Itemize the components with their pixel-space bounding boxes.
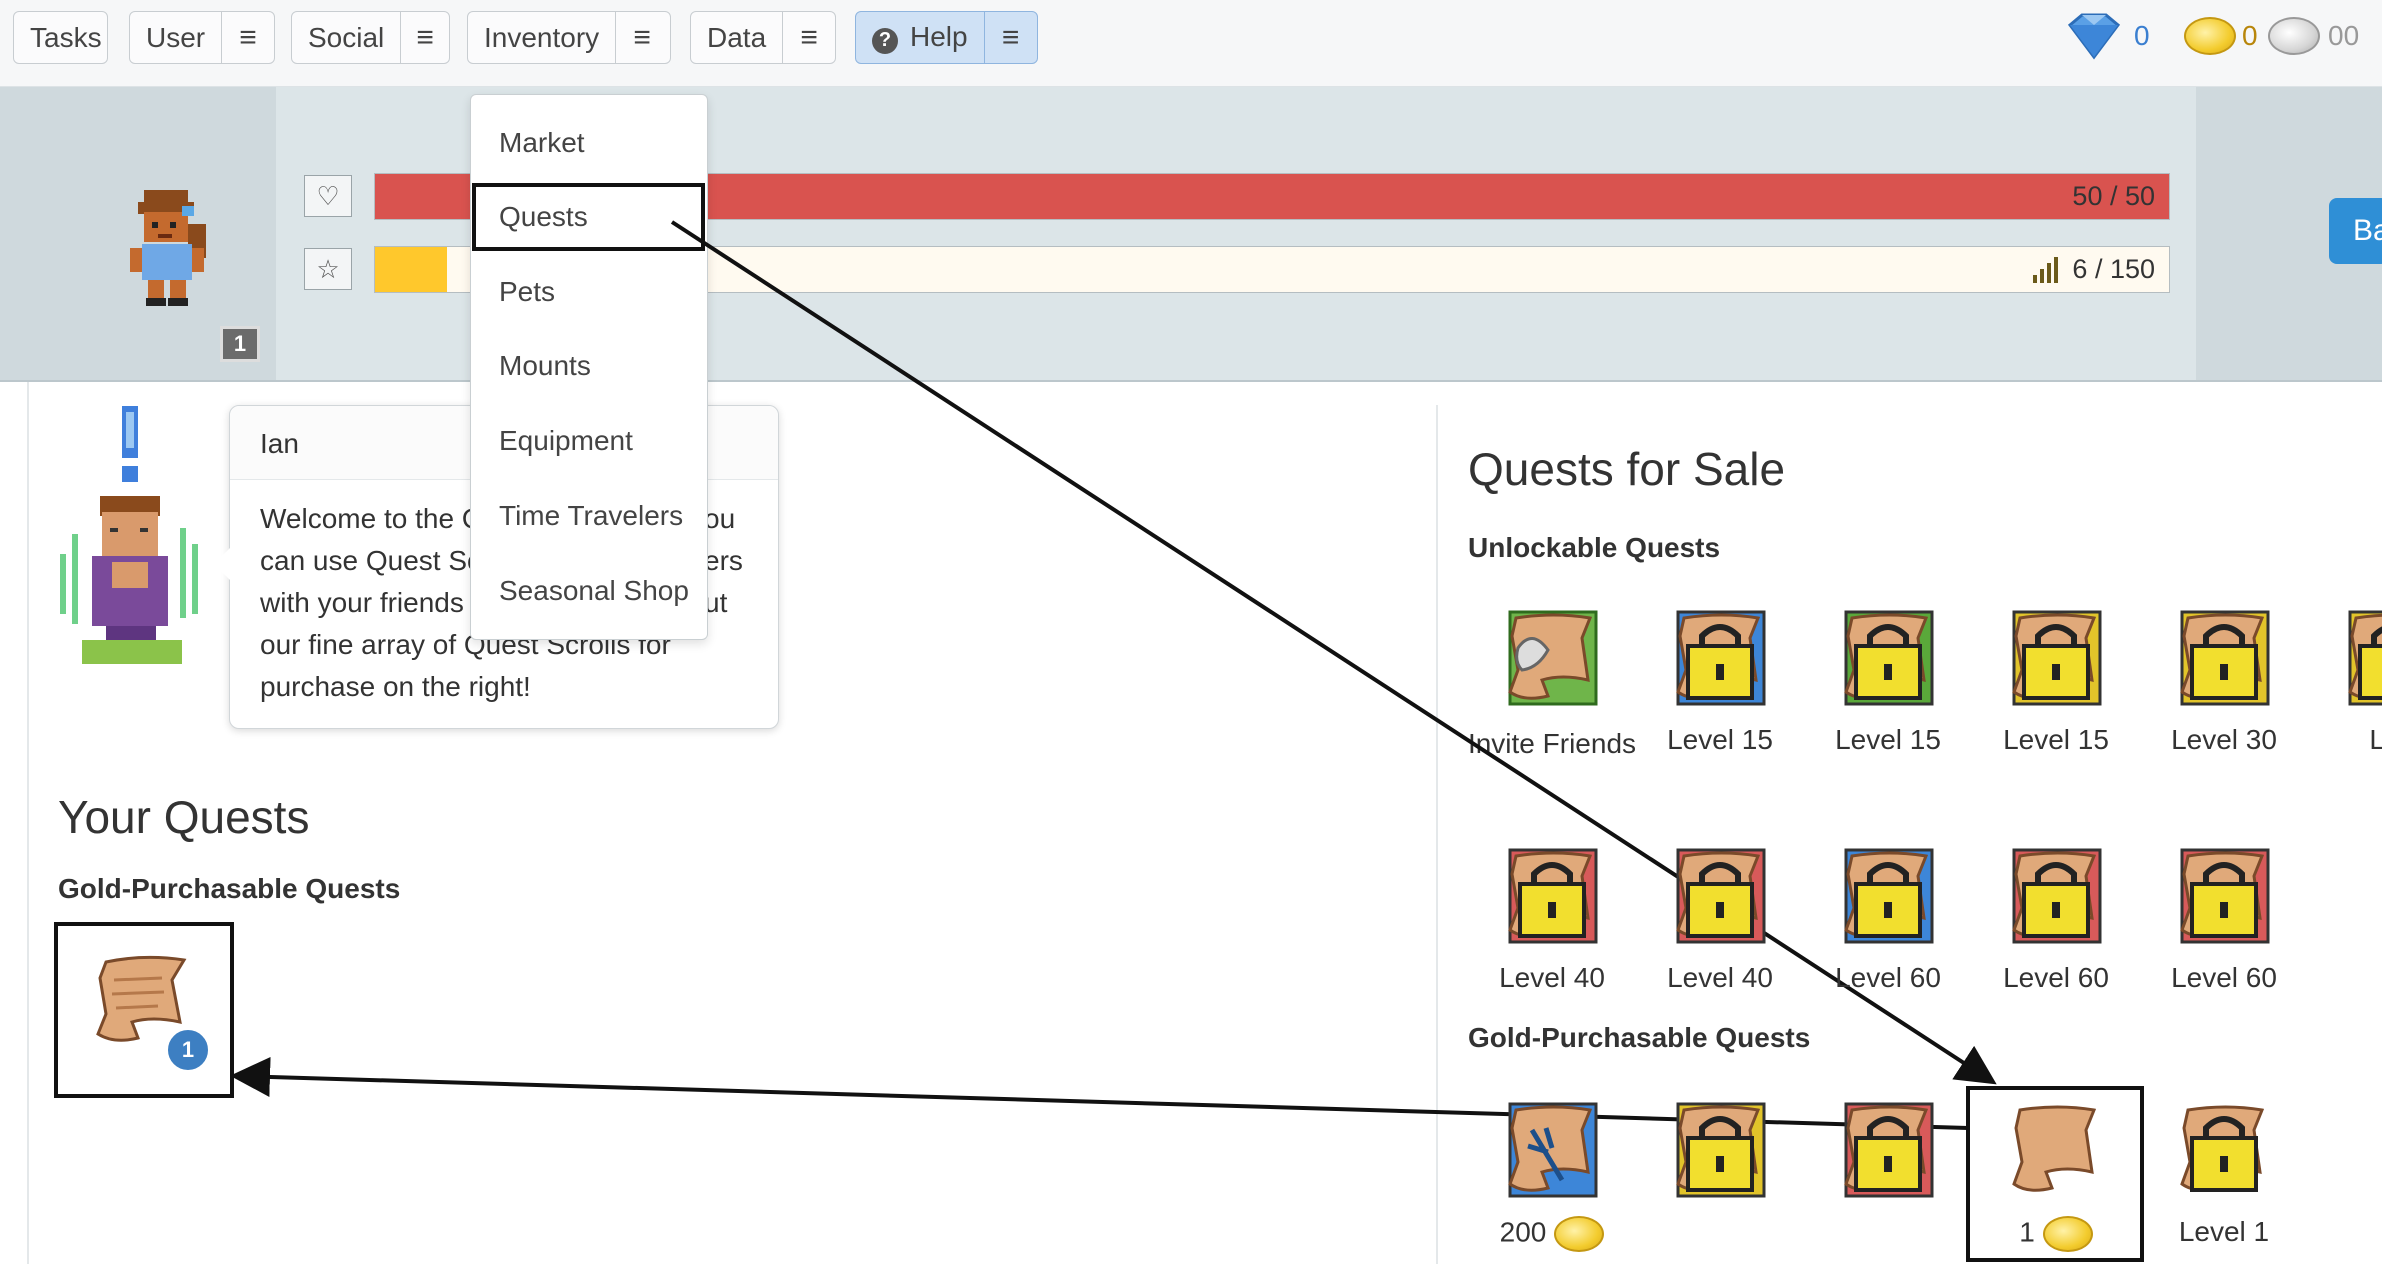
quest-row1-label-1: Level 15 bbox=[1667, 724, 1773, 755]
quest-locked-row1-3[interactable] bbox=[2006, 608, 2106, 708]
lock-icon bbox=[2180, 1105, 2265, 1192]
quest-row2-label-1: Level 40 bbox=[1499, 962, 1605, 993]
quest-locked-row2-5[interactable] bbox=[2174, 846, 2274, 946]
quest-locked-row2-1[interactable] bbox=[1502, 846, 1602, 946]
lock-icon bbox=[1844, 610, 1934, 706]
lock-icon bbox=[2012, 848, 2102, 944]
lock-icon bbox=[2012, 610, 2102, 706]
gold-quest-1[interactable] bbox=[1502, 1100, 1602, 1200]
quest-locked-row2-3[interactable] bbox=[1838, 846, 1938, 946]
quest-locked-row2-4[interactable] bbox=[2006, 846, 2106, 946]
quest-row1-label-2: Level 15 bbox=[1835, 724, 1941, 755]
quest-row2-label-2: Level 40 bbox=[1667, 962, 1773, 993]
quest-row1-label-4: Level 30 bbox=[2171, 724, 2277, 755]
gold-quest-price-4: 1 bbox=[1976, 1216, 2136, 1252]
lock-icon bbox=[1676, 848, 1766, 944]
quest-row1-label-5: Lev bbox=[2369, 724, 2382, 755]
quest-scroll-icon bbox=[1508, 1102, 1598, 1198]
gold-quest-price-text-5: Level 1 bbox=[2178, 1216, 2270, 1247]
quest-locked-row1-2[interactable] bbox=[1838, 608, 1938, 708]
lock-icon bbox=[1844, 848, 1934, 944]
lock-icon bbox=[1508, 848, 1598, 944]
quest-locked-row1-5[interactable] bbox=[2342, 608, 2382, 708]
quest-scroll-icon bbox=[2012, 1105, 2097, 1192]
quest-locked-row1-4[interactable] bbox=[2174, 608, 2274, 708]
quest-row1-label-3: Level 15 bbox=[2003, 724, 2109, 755]
lock-icon bbox=[2180, 848, 2270, 944]
quest-row2-label-3: Level 60 bbox=[1835, 962, 1941, 993]
gold-quest-price-text-1: 200 bbox=[1499, 1216, 1547, 1248]
gold-quest-5[interactable] bbox=[2174, 1100, 2274, 1200]
gold-quest-price-text-4: 1 bbox=[2019, 1216, 2035, 1248]
lock-icon bbox=[2348, 610, 2382, 706]
arrow-menu-to-shop bbox=[670, 220, 1997, 1085]
quest-row2-label-5: Level 60 bbox=[2171, 962, 2277, 993]
gold-quest-3[interactable] bbox=[1838, 1100, 1938, 1200]
gold-coin-icon bbox=[1554, 1216, 1605, 1252]
gold-quest-price-1: 200 bbox=[1472, 1216, 1632, 1252]
lock-icon bbox=[1844, 1102, 1934, 1198]
lock-icon bbox=[1676, 1102, 1766, 1198]
gold-quest-4[interactable] bbox=[2006, 1100, 2106, 1200]
gold-coin-icon bbox=[2042, 1216, 2093, 1252]
lock-icon bbox=[1676, 610, 1766, 706]
quest-locked-row2-2[interactable] bbox=[1670, 846, 1770, 946]
lock-icon bbox=[2180, 610, 2270, 706]
gold-quest-price-5: Level 1 bbox=[2144, 1216, 2304, 1248]
gold-quest-2[interactable] bbox=[1670, 1100, 1770, 1200]
quest-row2-label-4: Level 60 bbox=[2003, 962, 2109, 993]
quest-locked-row1-1[interactable] bbox=[1670, 608, 1770, 708]
